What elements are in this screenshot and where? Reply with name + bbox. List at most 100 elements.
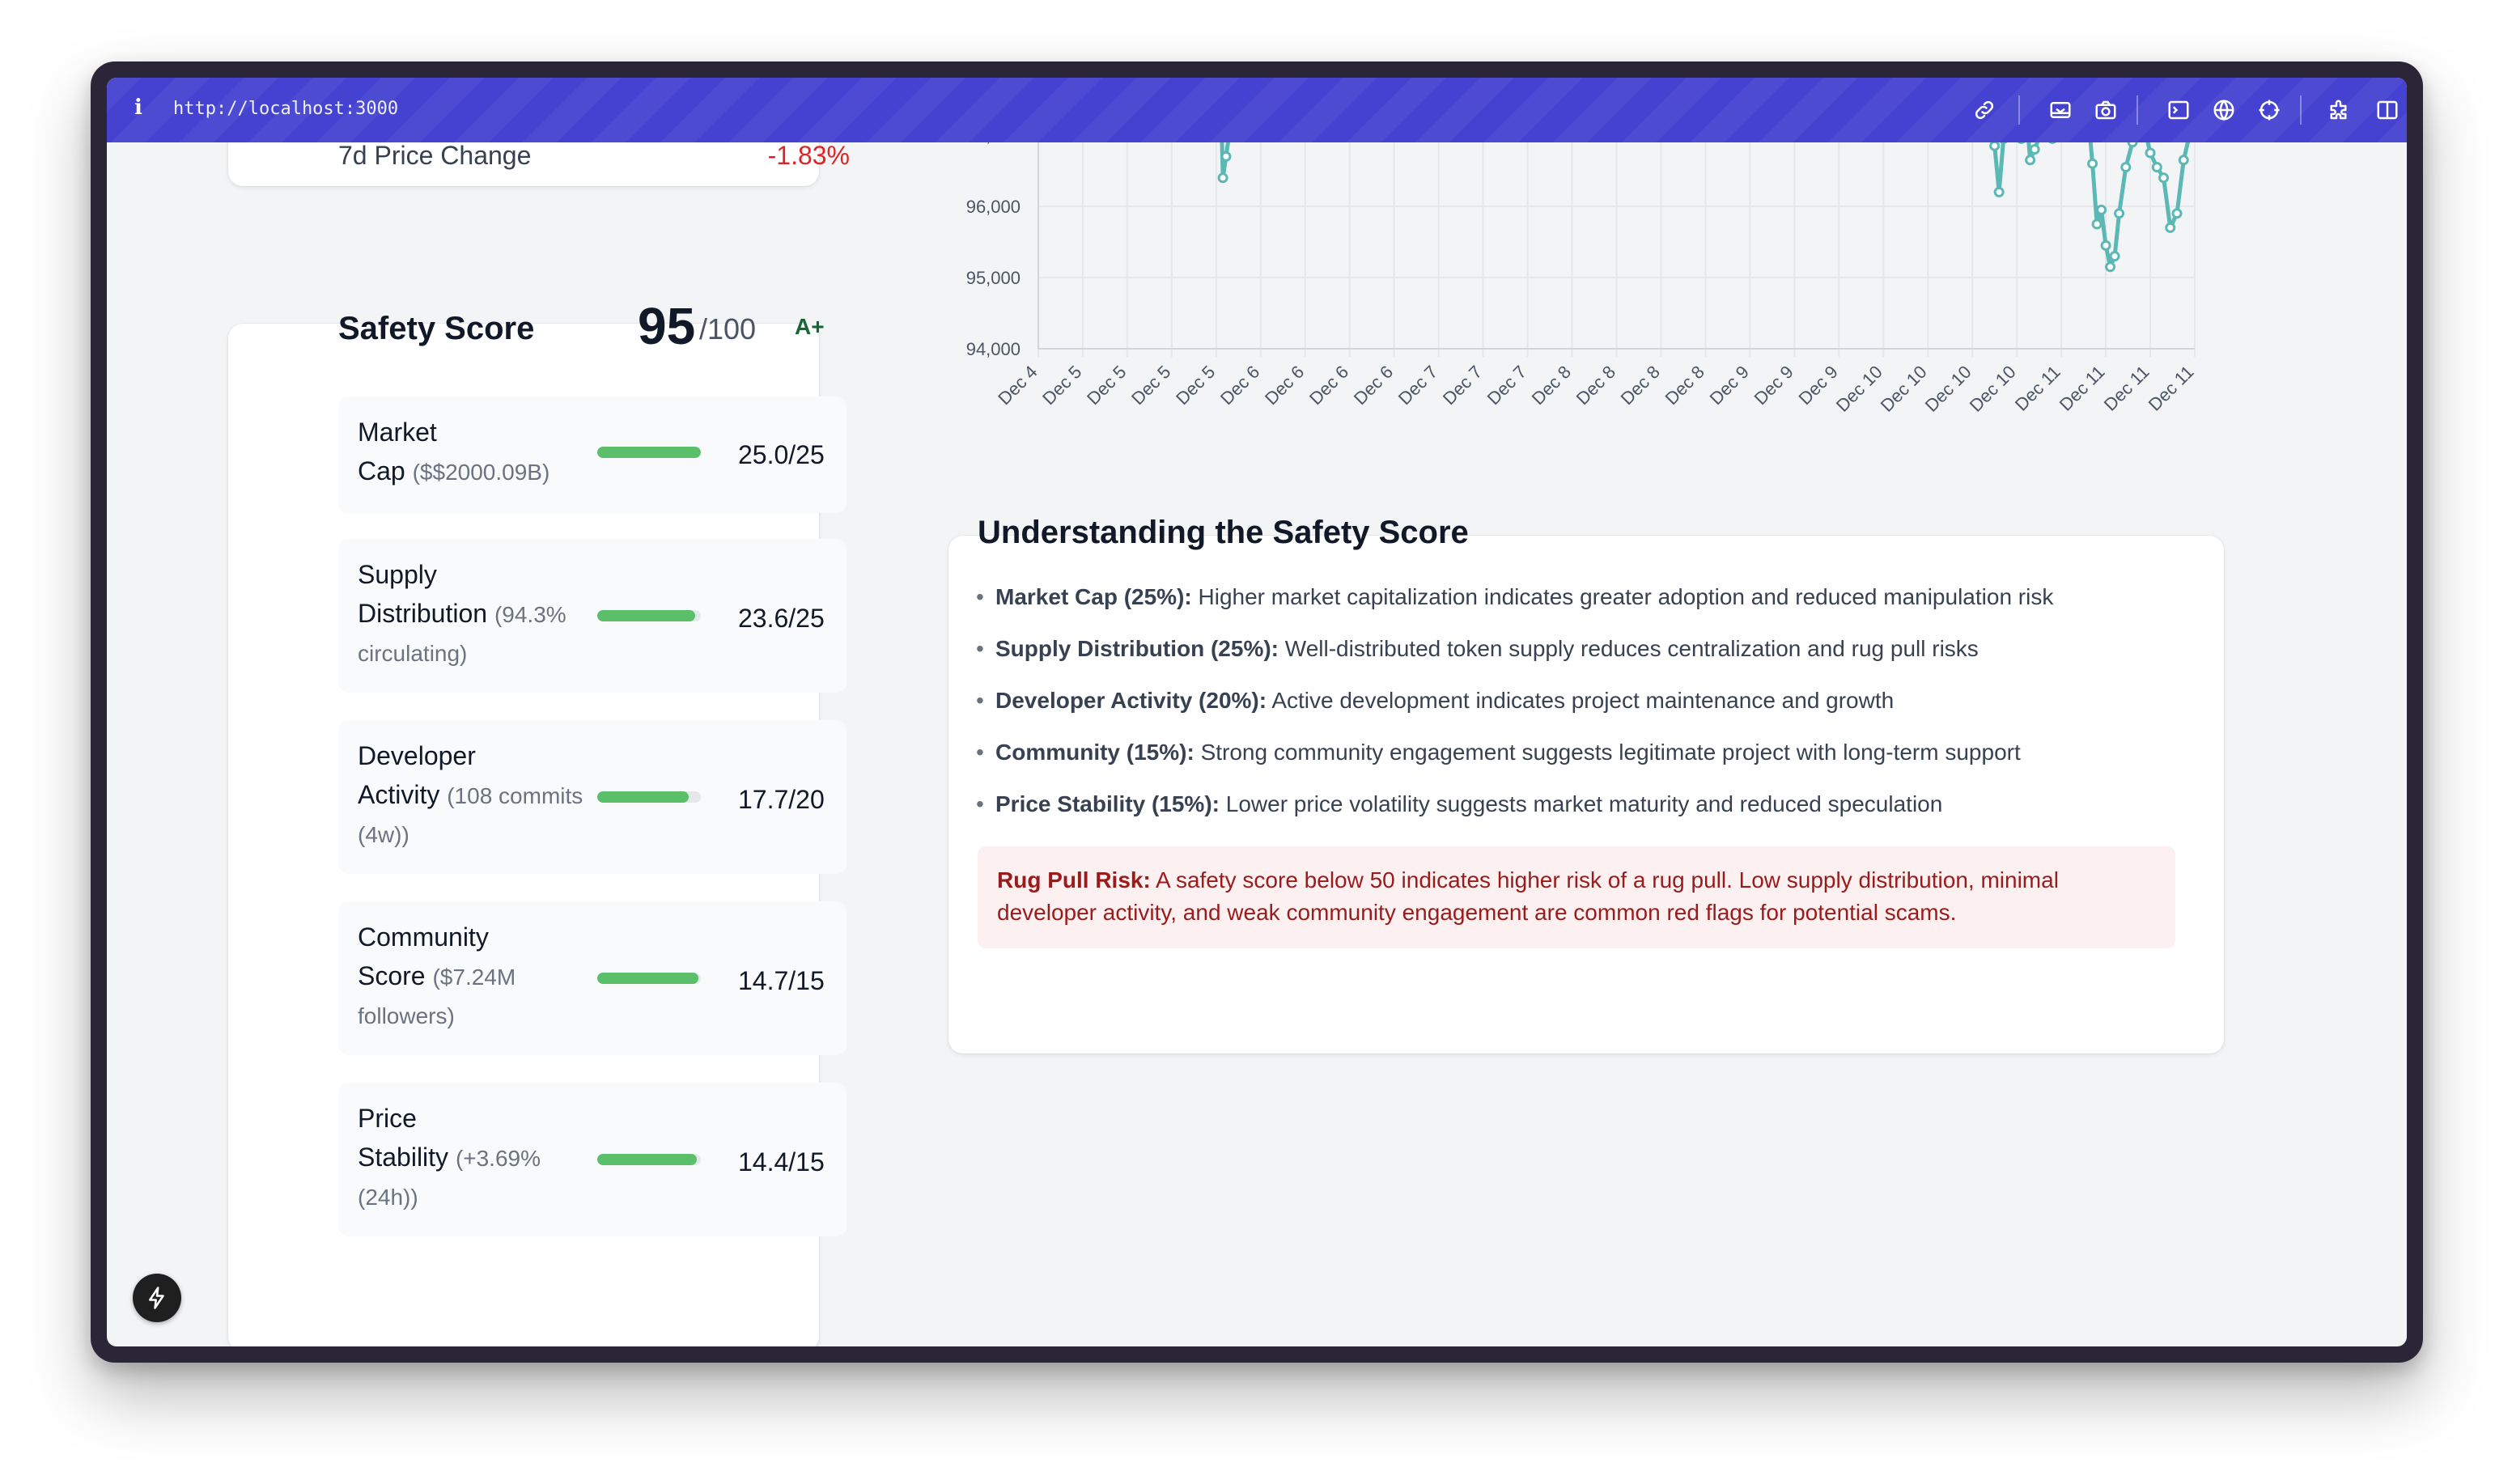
metric-detail: (94.3% [494,602,566,627]
metric-name-line1: Community [358,922,489,952]
x-tick-label: Dec 8 [1572,362,1619,409]
y-tick-label: 94,000 [966,339,1020,359]
price-point [1217,172,1228,184]
price-point [2120,162,2132,173]
info-icon[interactable]: i [134,95,142,120]
item-label: Supply Distribution (25%): [995,636,1279,661]
price-point [1220,151,1232,162]
metric-progress-bar [597,447,701,458]
price-point [2109,251,2120,262]
understanding-item: • Price Stability (15%): Lower price vola… [976,791,1942,817]
safety-score-value: 95 [638,297,696,355]
item-text: Lower price volatility suggests market m… [1219,791,1943,816]
x-tick-label: Dec 8 [1617,362,1664,409]
metric-detail: (+3.69% [455,1146,541,1171]
metric-name-line2: Stability [358,1143,449,1172]
price-point [2165,222,2176,233]
metric-progress-fill [597,1154,697,1165]
understanding-item: • Developer Activity (20%): Active develo… [976,688,1894,714]
split-view-icon[interactable] [2373,95,2402,125]
item-label: Market Cap (25%): [995,584,1192,609]
toolbar-divider [2136,95,2138,125]
price-point [2091,218,2103,230]
x-tick-label: Dec 5 [1172,362,1219,409]
x-tick-label: Dec 11 [2145,362,2198,415]
metric-progress-bar [597,1154,701,1165]
inspect-icon[interactable] [2046,95,2075,125]
x-tick-label: Dec 8 [1528,362,1575,409]
item-label: Community (15%): [995,740,1194,765]
extensions-icon[interactable] [2326,95,2355,125]
price-point [2114,208,2125,219]
understanding-item: • Market Cap (25%): Higher market capital… [976,584,2053,610]
item-label: Price Stability (15%): [995,791,1220,816]
item-text: Strong community engagement suggests leg… [1194,740,2021,765]
toolbar-divider [2300,95,2302,125]
metric-detail-2: followers) [358,1003,455,1028]
metric-score: 14.4/15 [738,1147,825,1177]
bullet-icon: • [976,688,984,713]
metric-developer-activity: Developer Activity (108 commits (4w)) 17… [338,720,847,874]
bolt-icon[interactable] [133,1274,181,1322]
price-point [2105,261,2116,273]
metric-progress-fill [597,791,690,803]
safety-grade-badge: A+ [795,314,825,339]
terminal-icon[interactable] [2164,95,2193,125]
rug-pull-warning: Rug Pull Risk: A safety score below 50 i… [978,846,2175,948]
price-point [2029,144,2040,155]
x-tick-label: Dec 11 [2056,362,2109,415]
metric-name-line1: Market [358,418,437,447]
x-tick-label: Dec 10 [1877,362,1931,416]
x-tick-label: Dec 5 [1038,362,1085,409]
warning-body: A safety score below 50 indicates higher… [997,867,2059,925]
metric-name-line2: Distribution [358,599,488,628]
link-icon[interactable] [1970,95,1999,125]
metric-community-score: Community Score ($7.24M followers) 14.7/… [338,901,847,1055]
price-point [2100,240,2111,251]
metric-progress-bar [597,610,701,621]
globe-icon[interactable] [2209,95,2238,125]
bullet-icon: • [976,636,984,661]
y-tick-label: 95,000 [966,268,1020,288]
y-tick-label: 96,000 [966,197,1020,217]
metric-detail-2: (24h)) [358,1185,418,1210]
browser-toolbar: i http://localhost:3000 [107,78,2407,142]
x-tick-label: Dec 6 [1350,362,1397,409]
item-label: Developer Activity (20%): [995,688,1267,713]
metric-detail: (108 commits [447,783,583,808]
camera-icon[interactable] [2091,95,2120,125]
price-point [1989,140,2001,151]
item-text: Active development indicates project mai… [1267,688,1895,713]
metric-supply-distribution: Supply Distribution (94.3% circulating) … [338,539,847,693]
price-point [2151,162,2162,173]
metric-progress-bar [597,791,701,803]
x-tick-label: Dec 6 [1305,362,1352,409]
bullet-icon: • [976,584,984,609]
metric-name-line1: Price [358,1104,417,1133]
metric-label: Market Cap ($$2000.09B) [358,413,592,492]
x-tick-label: Dec 10 [1921,362,1975,416]
x-tick-label: Dec 7 [1483,362,1530,409]
x-tick-label: Dec 8 [1661,362,1708,409]
x-tick-label: Dec 9 [1706,362,1753,409]
price-point [2087,158,2098,169]
metric-name-line1: Supply [358,560,437,589]
safety-score-title: Safety Score [338,311,535,346]
price-point [2096,204,2107,215]
understanding-item: • Community (15%): Strong community engag… [976,740,2021,765]
price-point [2171,208,2183,219]
warning-text: Rug Pull Risk: A safety score below 50 i… [997,864,2162,929]
crosshair-icon[interactable] [2255,95,2284,125]
metric-detail: ($$2000.09B) [412,460,550,485]
metric-price-stability: Price Stability (+3.69% (24h)) 14.4/15 [338,1083,847,1236]
metric-score: 23.6/25 [738,604,825,633]
metric-score: 25.0/25 [738,440,825,469]
metric-market-cap: Market Cap ($$2000.09B) 25.0/25 [338,396,847,513]
x-tick-label: Dec 4 [994,362,1041,409]
url-bar[interactable]: http://localhost:3000 [173,99,398,119]
x-tick-label: Dec 5 [1083,362,1130,409]
metric-name-line2: Score [358,961,426,990]
bullet-icon: • [976,740,984,765]
metric-label: Community Score ($7.24M followers) [358,918,592,1036]
metric-detail: ($7.24M [432,965,516,990]
